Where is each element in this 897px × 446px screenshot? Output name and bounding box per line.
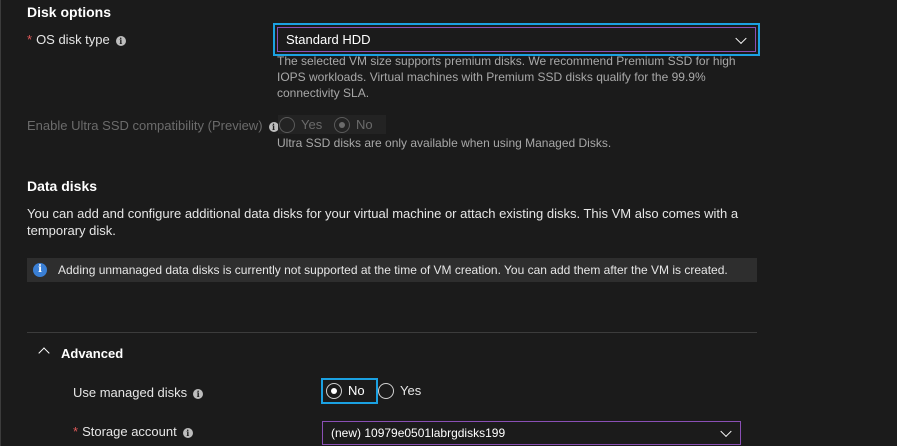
os-disk-type-dropdown[interactable]: Standard HDD bbox=[273, 23, 760, 56]
managed-disks-text: Use managed disks bbox=[73, 385, 188, 400]
storage-account-value: (new) 10979e0501labrgdisks199 bbox=[331, 426, 506, 440]
ultra-ssd-label: Enable Ultra SSD compatibility (Preview)… bbox=[27, 118, 279, 133]
info-icon[interactable]: i bbox=[115, 35, 126, 46]
radio-yes-label: Yes bbox=[301, 117, 323, 133]
os-disk-type-label: * OS disk type i bbox=[27, 32, 126, 47]
section-divider bbox=[27, 332, 757, 333]
radio-yes[interactable] bbox=[279, 116, 295, 133]
help-line: connectivity SLA. bbox=[277, 86, 370, 100]
description-line: You can add and configure additional dat… bbox=[27, 206, 739, 221]
radio-no[interactable] bbox=[334, 116, 350, 133]
radio-yes-label: Yes bbox=[400, 383, 422, 399]
advanced-heading: Advanced bbox=[61, 346, 124, 361]
ultra-ssd-yes-option[interactable]: Yes bbox=[279, 116, 322, 133]
ultra-ssd-help: Ultra SSD disks are only available when … bbox=[277, 136, 612, 150]
help-line: The selected VM size supports premium di… bbox=[277, 54, 736, 68]
os-disk-type-value: Standard HDD bbox=[286, 32, 371, 47]
managed-disks-yes-option[interactable]: Yes bbox=[378, 382, 421, 399]
required-mark: * bbox=[73, 424, 79, 439]
data-disks-heading: Data disks bbox=[27, 178, 98, 194]
radio-no-label: No bbox=[356, 117, 373, 133]
os-disk-type-help: The selected VM size supports premium di… bbox=[277, 53, 747, 101]
chevron-down-icon bbox=[720, 425, 732, 438]
description-line: temporary disk. bbox=[27, 223, 116, 238]
storage-account-label: * Storage account i bbox=[73, 424, 193, 439]
info-icon[interactable]: i bbox=[193, 388, 204, 399]
managed-disks-label: Use managed disks i bbox=[73, 385, 204, 400]
radio-yes[interactable] bbox=[378, 382, 394, 399]
advanced-toggle[interactable]: Advanced bbox=[38, 344, 138, 364]
storage-account-text: Storage account bbox=[82, 424, 177, 439]
ultra-ssd-radio-group: Yes No bbox=[278, 115, 386, 134]
info-circle-icon: i bbox=[33, 263, 47, 277]
info-icon[interactable]: i bbox=[182, 427, 193, 438]
radio-no[interactable] bbox=[326, 382, 342, 399]
unmanaged-disks-info-banner: i Adding unmanaged data disks is current… bbox=[27, 258, 757, 282]
ultra-ssd-no-option[interactable]: No bbox=[334, 116, 373, 133]
banner-text: Adding unmanaged data disks is currently… bbox=[58, 263, 728, 277]
left-border bbox=[0, 0, 1, 446]
disk-options-heading: Disk options bbox=[27, 4, 112, 20]
required-mark: * bbox=[27, 32, 33, 47]
managed-disks-no-option[interactable]: No bbox=[321, 378, 378, 404]
radio-no-label: No bbox=[348, 383, 365, 399]
chevron-up-icon bbox=[38, 347, 50, 359]
data-disks-description: You can add and configure additional dat… bbox=[27, 205, 767, 239]
storage-account-dropdown[interactable]: (new) 10979e0501labrgdisks199 bbox=[322, 421, 741, 445]
chevron-down-icon bbox=[735, 32, 747, 44]
os-disk-type-text: OS disk type bbox=[36, 32, 110, 47]
help-line: IOPS workloads. Virtual machines with Pr… bbox=[277, 70, 706, 84]
ultra-ssd-text: Enable Ultra SSD compatibility (Preview) bbox=[27, 118, 263, 133]
